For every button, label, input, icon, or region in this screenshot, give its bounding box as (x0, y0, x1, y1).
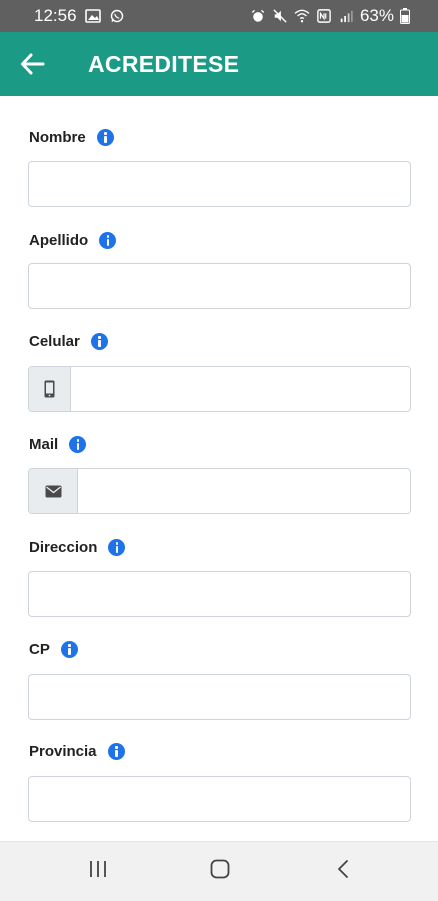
mail-info-icon[interactable] (69, 436, 87, 453)
cp-info-icon[interactable] (60, 641, 78, 658)
mobile-phone-icon (44, 380, 55, 398)
wifi-icon (294, 9, 310, 23)
home-icon (210, 859, 230, 879)
direccion-label: Direccion (29, 539, 98, 556)
page-title: ACREDITESE (88, 51, 240, 77)
cp-label: CP (29, 641, 50, 658)
alarm-icon (251, 9, 265, 22)
registration-form: Nombre Apellido Celular Mail Direccion C… (0, 96, 438, 841)
app-bar: ACREDITESE (0, 32, 438, 96)
apellido-label-row: Apellido (29, 232, 117, 249)
image-notification-icon (84, 9, 101, 23)
mail-addon (29, 469, 78, 513)
back-arrow-button[interactable] (18, 50, 50, 78)
whatsapp-icon (110, 9, 123, 23)
recent-apps-button[interactable] (87, 858, 109, 885)
battery-icon (400, 8, 410, 24)
apellido-input[interactable] (28, 263, 411, 309)
direccion-info-icon[interactable] (108, 539, 126, 556)
battery-percent: 63% (359, 6, 394, 25)
celular-addon (29, 367, 71, 411)
recent-apps-icon (90, 861, 106, 877)
nombre-info-icon[interactable] (96, 129, 114, 146)
nombre-input[interactable] (28, 161, 411, 207)
celular-label: Celular (29, 333, 80, 350)
status-bar: 12:56 63% (0, 0, 438, 32)
status-time: 12:56 (34, 6, 77, 25)
cp-label-row: CP (29, 641, 78, 658)
network-icon (317, 9, 331, 23)
cp-input[interactable] (28, 674, 411, 720)
nombre-label: Nombre (29, 129, 86, 146)
mail-label: Mail (29, 436, 59, 453)
envelope-icon (45, 485, 61, 497)
apellido-label: Apellido (29, 232, 89, 249)
provincia-label-row: Provincia (29, 743, 125, 760)
provincia-label: Provincia (29, 743, 97, 760)
direccion-input[interactable] (28, 571, 411, 617)
celular-input-group (28, 366, 411, 412)
celular-info-icon[interactable] (90, 333, 108, 350)
system-navigation-bar (0, 841, 438, 901)
provincia-info-icon[interactable] (107, 743, 125, 760)
mail-label-row: Mail (29, 436, 87, 453)
mail-input[interactable] (78, 469, 410, 513)
celular-label-row: Celular (29, 333, 108, 350)
mail-input-group (28, 468, 411, 514)
back-icon (338, 860, 348, 878)
apellido-info-icon[interactable] (99, 232, 117, 249)
provincia-input[interactable] (28, 776, 411, 822)
home-button[interactable] (209, 858, 231, 885)
system-back-button[interactable] (333, 858, 355, 885)
back-arrow-icon (21, 53, 45, 75)
celular-input[interactable] (71, 367, 410, 411)
nombre-label-row: Nombre (29, 129, 114, 146)
mute-icon (273, 9, 287, 23)
signal-icon (340, 10, 353, 23)
direccion-label-row: Direccion (29, 539, 126, 556)
